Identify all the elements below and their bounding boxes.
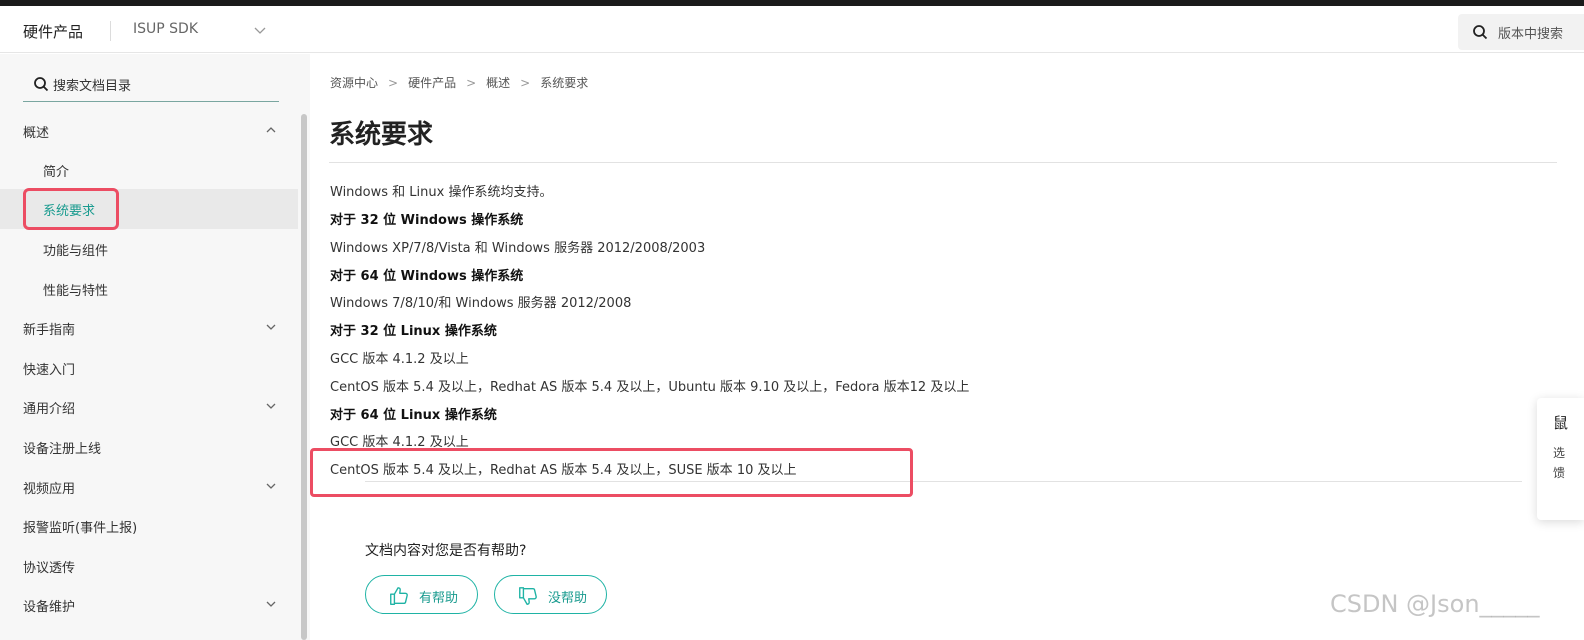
float-card-text: 选 xyxy=(1553,446,1566,460)
product-select[interactable]: ISUP SDK xyxy=(133,21,198,37)
thumbs-down-icon xyxy=(519,587,537,605)
sidebar-item-label: 功能与组件 xyxy=(43,244,109,259)
sidebar-scrollbar[interactable] xyxy=(301,114,307,640)
page-title: 系统要求 xyxy=(329,120,434,150)
doc-heading: 对于 32 位 Linux 操作系统 xyxy=(330,324,497,339)
sidebar-item-label: 简介 xyxy=(43,165,70,180)
helpful-label: 有帮助 xyxy=(419,591,459,606)
sidebar-item-device-registration[interactable]: 设备注册上线 xyxy=(0,427,298,467)
sidebar-item-quick-start[interactable]: 快速入门 xyxy=(0,348,298,388)
chevron-down-icon[interactable] xyxy=(264,399,278,413)
site-header: 硬件产品 ISUP SDK 版本中搜索 xyxy=(0,6,1584,53)
helpful-button[interactable]: 有帮助 xyxy=(365,575,478,614)
sidebar-item-label: 报警监听(事件上报) xyxy=(23,521,138,536)
chevron-down-icon[interactable] xyxy=(264,597,278,611)
sidebar-item-alarm-listen[interactable]: 报警监听(事件上报) xyxy=(0,506,298,546)
chevron-down-icon[interactable] xyxy=(252,22,268,38)
sidebar-item-general-intro[interactable]: 通用介绍 xyxy=(0,387,298,427)
sidebar-item-label: 通用介绍 xyxy=(23,402,76,417)
watermark: CSDN @Json_____ xyxy=(1330,590,1540,618)
sidebar-item-label: 概述 xyxy=(23,126,50,141)
doc-paragraph: Windows XP/7/8/Vista 和 Windows 服务器 2012/… xyxy=(330,241,706,256)
sidebar-item-intro[interactable]: 简介 xyxy=(0,150,298,190)
float-card-text: 馈 xyxy=(1553,466,1566,480)
sidebar-item-beginner-guide[interactable]: 新手指南 xyxy=(0,308,298,348)
chevron-up-icon[interactable] xyxy=(264,123,278,137)
doc-heading: 对于 64 位 Linux 操作系统 xyxy=(330,408,497,423)
doc-paragraph: Windows 7/8/10/和 Windows 服务器 2012/2008 xyxy=(330,296,632,311)
sidebar-item-label: 协议透传 xyxy=(23,561,76,576)
global-search-placeholder: 版本中搜索 xyxy=(1498,27,1564,42)
doc-paragraph: GCC 版本 4.1.2 及以上 xyxy=(330,352,469,367)
breadcrumb-item[interactable]: 资源中心 xyxy=(330,74,378,91)
sidebar: 搜索文档目录 概述 简介 系统要求 功能与组件 性能与特性 新手指南 快速入门 … xyxy=(0,54,310,640)
highlight-box-content xyxy=(310,448,913,497)
sidebar-item-device-maintenance[interactable]: 设备维护 xyxy=(0,585,298,625)
sidebar-item-label: 新手指南 xyxy=(23,323,76,338)
global-search-input[interactable]: 版本中搜索 xyxy=(1458,14,1584,50)
doc-paragraph: CentOS 版本 5.4 及以上，Redhat AS 版本 5.4 及以上，U… xyxy=(330,380,970,395)
doc-search-placeholder: 搜索文档目录 xyxy=(53,79,132,94)
sidebar-item-label: 设备注册上线 xyxy=(23,442,102,457)
sidebar-item-label: 快速入门 xyxy=(23,363,76,378)
feedback-question: 文档内容对您是否有帮助? xyxy=(365,543,527,559)
sidebar-item-label: 性能与特性 xyxy=(43,284,109,299)
breadcrumb-item[interactable]: 概述 xyxy=(486,74,510,91)
thumbs-up-icon xyxy=(390,587,408,605)
brand-link[interactable]: 硬件产品 xyxy=(23,21,83,42)
breadcrumb-separator: > xyxy=(466,76,477,90)
sidebar-item-label: 视频应用 xyxy=(23,482,76,497)
doc-heading: 对于 32 位 Windows 操作系统 xyxy=(330,213,524,228)
not-helpful-button[interactable]: 没帮助 xyxy=(494,575,607,614)
sidebar-item-performance[interactable]: 性能与特性 xyxy=(0,269,298,309)
sidebar-item-label: 设备维护 xyxy=(23,600,76,615)
sidebar-item-overview[interactable]: 概述 xyxy=(0,111,298,151)
breadcrumb-separator: > xyxy=(388,76,399,90)
sidebar-item-protocol-passthrough[interactable]: 协议透传 xyxy=(0,546,298,586)
sidebar-item-features-components[interactable]: 功能与组件 xyxy=(0,229,298,269)
breadcrumb-separator: > xyxy=(520,76,531,90)
sidebar-item-video-app[interactable]: 视频应用 xyxy=(0,467,298,507)
doc-search-input[interactable]: 搜索文档目录 xyxy=(23,66,279,102)
breadcrumb-item[interactable]: 硬件产品 xyxy=(408,74,456,91)
header-divider xyxy=(110,21,111,41)
breadcrumb-item-current: 系统要求 xyxy=(540,76,589,90)
doc-paragraph: Windows 和 Linux 操作系统均支持。 xyxy=(330,185,553,200)
title-divider xyxy=(329,162,1557,163)
floating-feedback-card[interactable]: 鼠 选 馈 xyxy=(1537,398,1584,520)
main-content: 资源中心 > 硬件产品 > 概述 > 系统要求 系统要求 Windows 和 Linux 操… xyxy=(310,54,1584,640)
chevron-down-icon[interactable] xyxy=(264,320,278,334)
float-card-title: 鼠 xyxy=(1553,414,1569,432)
search-icon xyxy=(1473,25,1488,40)
not-helpful-label: 没帮助 xyxy=(548,591,588,606)
breadcrumb: 资源中心 > 硬件产品 > 概述 > 系统要求 xyxy=(330,74,588,91)
highlight-box-sidebar xyxy=(23,188,119,230)
search-icon xyxy=(34,77,49,92)
chevron-down-icon[interactable] xyxy=(264,479,278,493)
doc-heading: 对于 64 位 Windows 操作系统 xyxy=(330,269,524,284)
